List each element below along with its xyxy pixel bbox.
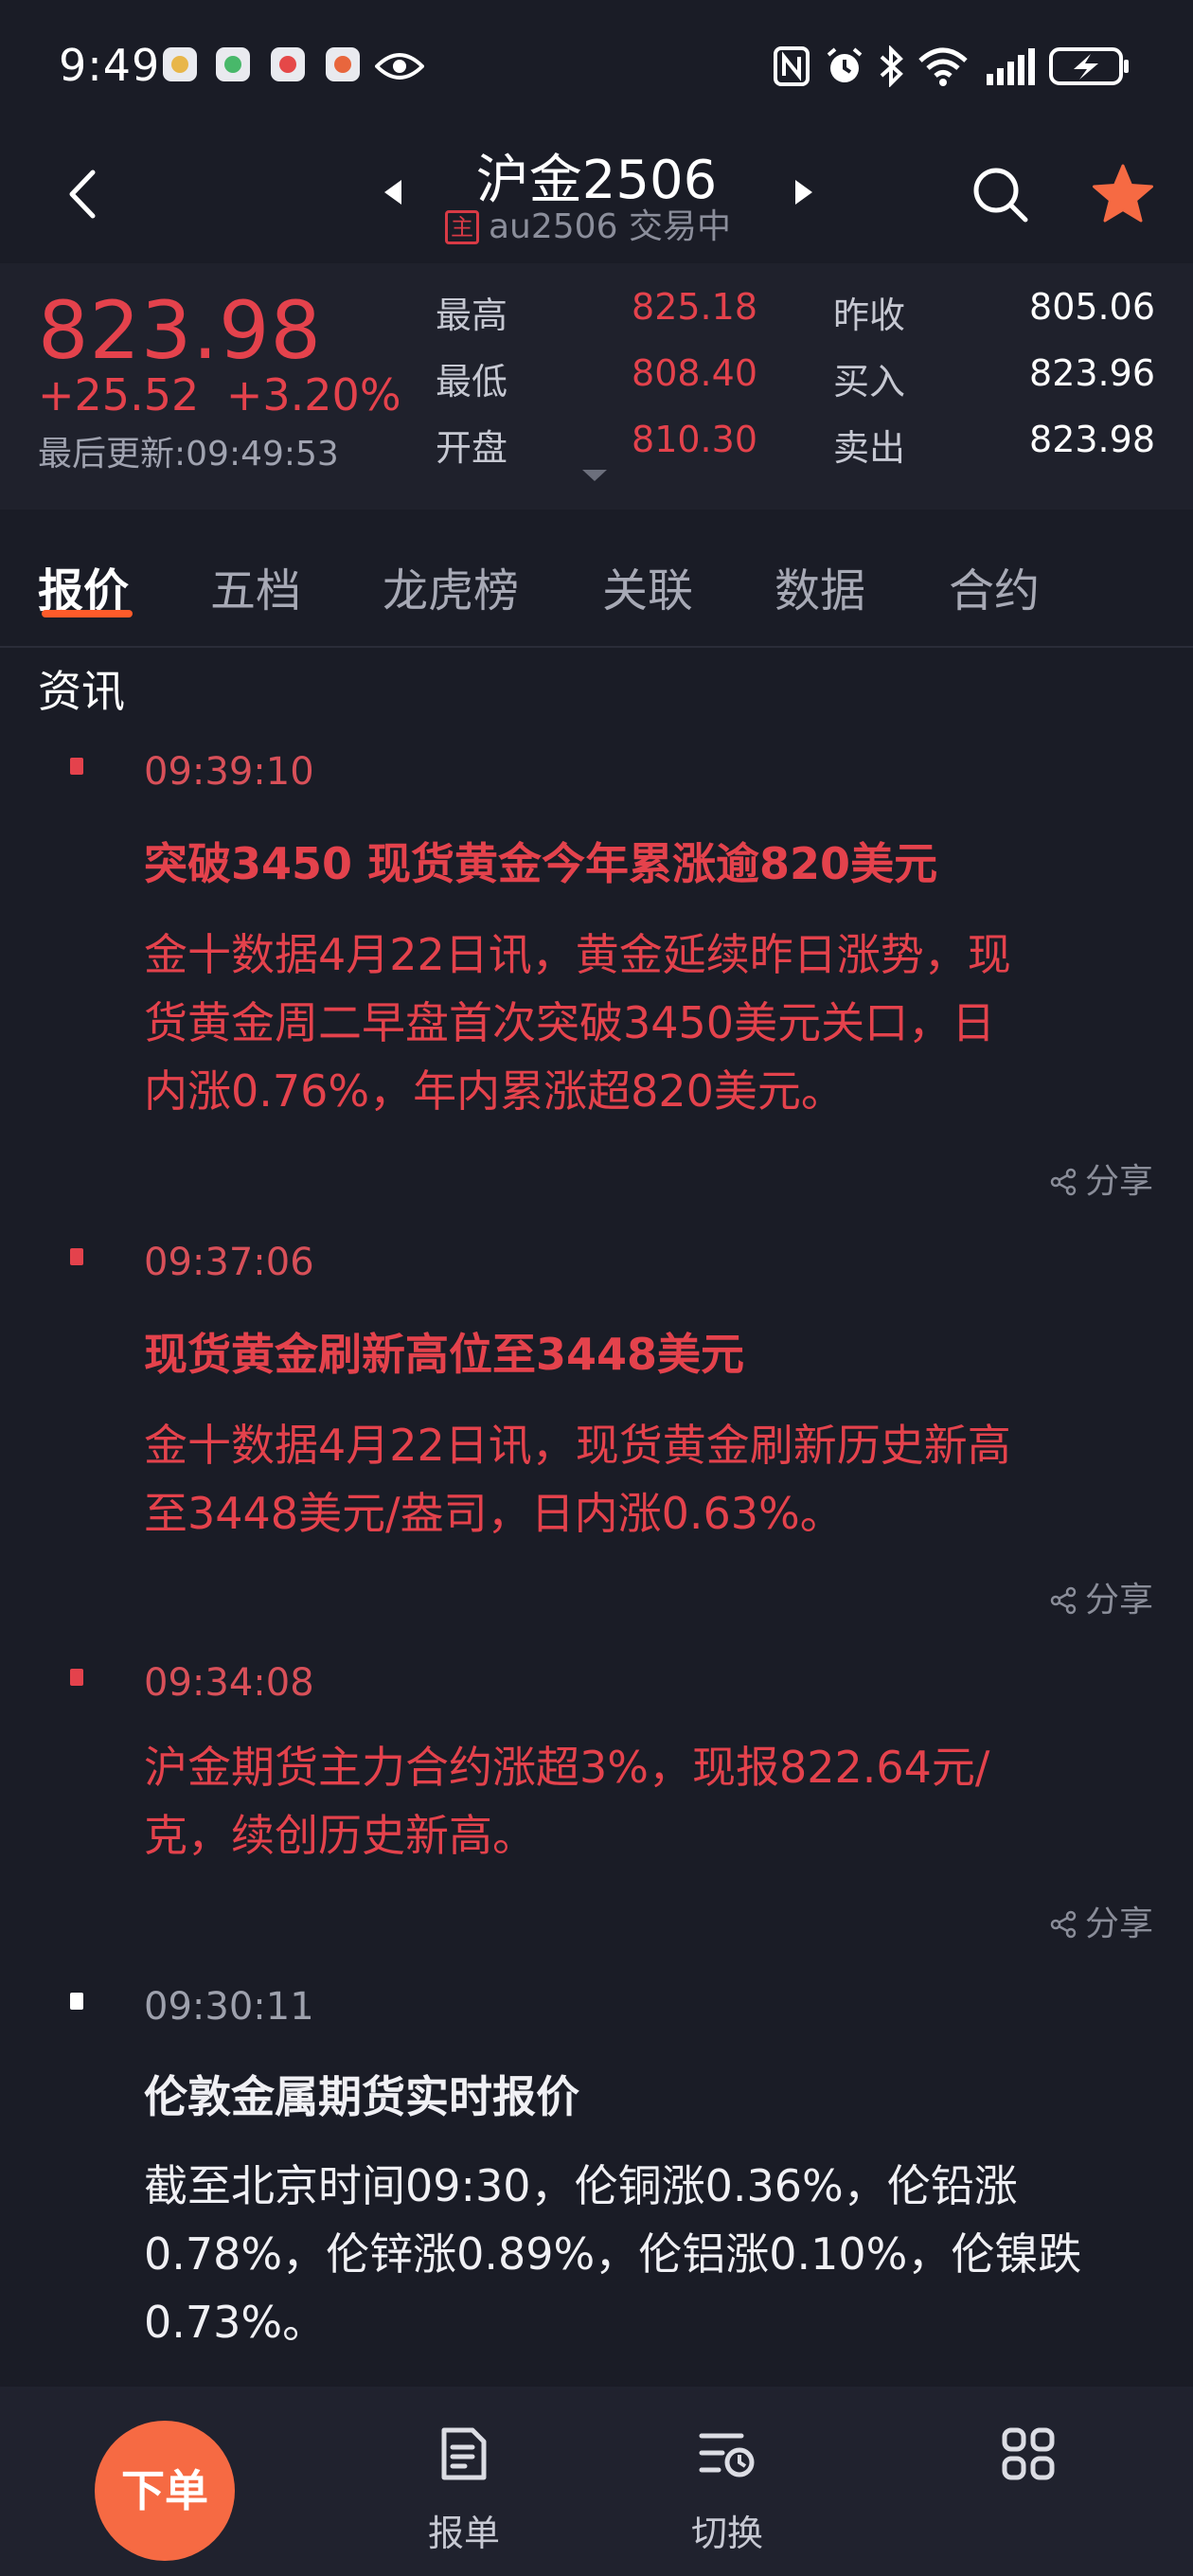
order-list-icon — [441, 2427, 487, 2480]
bid-label: 买入 — [833, 361, 906, 402]
main-contract-badge: 主 — [445, 210, 479, 244]
share-icon — [1050, 1586, 1077, 1615]
orange-app-notification-icon — [326, 47, 360, 81]
low-value: 808.40 — [632, 352, 757, 394]
next-contract-icon[interactable] — [793, 178, 814, 206]
high-label: 最高 — [436, 295, 508, 336]
news-body[interactable]: 截至北京时间09:30，伦铜涨0.36%，伦铅涨 0.78%，伦锌涨0.89%，… — [144, 2152, 1155, 2356]
prev-close-label: 昨收 — [833, 295, 906, 336]
news-body[interactable]: 金十数据4月22日讯，黄金延续昨日涨势，现 货黄金周二早盘首次突破3450美元关… — [144, 921, 1155, 1125]
previous-contract-icon[interactable] — [383, 178, 403, 206]
tab-related[interactable]: 关联 — [602, 553, 693, 619]
expand-quote-icon[interactable] — [582, 470, 607, 481]
back-arrow-icon[interactable] — [66, 169, 98, 220]
ask-value: 823.98 — [1029, 419, 1155, 460]
switch-icon — [699, 2433, 755, 2478]
tab-divider — [0, 646, 1193, 648]
news-time: 09:30:11 — [144, 1985, 314, 2029]
favorite-star-icon[interactable] — [1091, 163, 1155, 225]
bluetooth-icon — [880, 45, 903, 87]
share-button[interactable]: 分享 — [1049, 1154, 1153, 1203]
nav-order-book[interactable]: 报单 — [369, 2424, 559, 2556]
alarm-icon — [827, 47, 863, 82]
last-price: 823.98 — [38, 284, 322, 377]
open-value: 810.30 — [632, 419, 757, 460]
change-amount: +25.52 — [38, 369, 200, 420]
contract-subtitle: 主 au2506 交易中 — [445, 199, 757, 248]
news-title[interactable]: 伦敦金属期货实时报价 — [144, 2063, 1148, 2125]
news-time: 09:39:10 — [144, 750, 314, 794]
wifi-icon — [918, 47, 968, 86]
prev-close-value: 805.06 — [1029, 286, 1155, 328]
tab-data[interactable]: 数据 — [775, 553, 865, 619]
change-percent: +3.20% — [225, 369, 401, 420]
news-body[interactable]: 金十数据4月22日讯，现货黄金刷新历史新高 至3448美元/盎司，日内涨0.63… — [144, 1411, 1155, 1547]
ask-label: 卖出 — [833, 427, 906, 469]
battery-charging-icon — [1049, 47, 1129, 85]
share-icon — [1050, 1910, 1077, 1939]
high-value: 825.18 — [632, 286, 757, 328]
status-time: 9:49 — [59, 40, 161, 91]
contract-code-status: au2506 交易中 — [489, 207, 731, 246]
eye-icon — [375, 53, 424, 80]
news-time: 09:34:08 — [144, 1661, 314, 1705]
signal-icon — [987, 48, 1035, 85]
news-time: 09:37:06 — [144, 1241, 314, 1284]
news-section-title: 资讯 — [38, 666, 125, 717]
grid-menu-icon — [1002, 2427, 1055, 2480]
news-title[interactable]: 突破3450 现货黄金今年累涨逾820美元 — [144, 830, 1148, 892]
news-marker — [70, 1248, 83, 1265]
tab-five-levels[interactable]: 五档 — [210, 553, 301, 619]
news-title[interactable]: 现货黄金刷新高位至3448美元 — [144, 1320, 1148, 1383]
open-label: 开盘 — [436, 427, 508, 469]
nav-switch[interactable]: 切换 — [632, 2424, 822, 2556]
share-button[interactable]: 分享 — [1049, 1896, 1153, 1945]
nav-more[interactable] — [934, 2424, 1123, 2487]
share-icon — [1050, 1168, 1077, 1196]
low-label: 最低 — [436, 361, 508, 402]
price-change: +25.52 +3.20% — [38, 369, 401, 420]
search-icon[interactable] — [970, 165, 1031, 225]
money-app-notification-icon — [216, 47, 250, 81]
active-tab-indicator — [42, 610, 133, 617]
share-button[interactable]: 分享 — [1049, 1572, 1153, 1621]
bid-value: 823.96 — [1029, 352, 1155, 394]
news-marker — [70, 758, 83, 775]
news-body[interactable]: 沪金期货主力合约涨超3%，现报822.64元/ 克，续创历史新高。 — [144, 1733, 1155, 1869]
place-order-button[interactable]: 下单 — [95, 2421, 235, 2561]
red-app-notification-icon — [271, 47, 305, 81]
tab-contract[interactable]: 合约 — [949, 553, 1040, 619]
weibo-notification-icon — [163, 47, 197, 81]
last-updated: 最后更新:09:49:53 — [38, 435, 339, 474]
nfc-icon — [774, 46, 810, 86]
news-marker — [70, 1993, 83, 2010]
news-marker — [70, 1669, 83, 1686]
tab-dragon-tiger-list[interactable]: 龙虎榜 — [383, 553, 519, 619]
